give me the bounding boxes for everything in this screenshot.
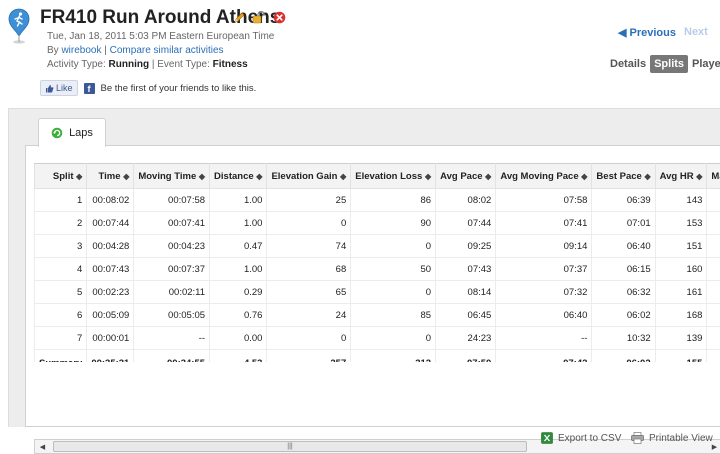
sort-icon: ◆	[76, 172, 82, 181]
activity-byline: By wirebook | Compare similar activities	[47, 45, 224, 56]
sort-icon: ◆	[644, 172, 650, 181]
table-row: 400:07:4300:07:371.00685007:4307:3706:15…	[35, 258, 720, 281]
facebook-like-row: Like f Be the first of your friends to l…	[40, 80, 256, 96]
printer-icon	[631, 432, 644, 444]
sort-icon: ◆	[340, 172, 346, 181]
col-moving-time-header[interactable]: Moving Time ◆	[134, 164, 210, 189]
summary-row: Summary00:35:3100:34:554.5325731207:5007…	[35, 350, 720, 363]
lock-icon[interactable]	[252, 10, 266, 24]
previous-button[interactable]: ◀ Previous	[618, 26, 676, 39]
col-time-header[interactable]: Time ◆	[87, 164, 134, 189]
sort-icon: ◆	[256, 172, 262, 181]
sort-icon: ◆	[485, 172, 491, 181]
activity-type: Running	[109, 59, 150, 70]
tab-details[interactable]: Details	[606, 55, 650, 73]
col-avg-pace-header[interactable]: Avg Pace ◆	[436, 164, 496, 189]
laps-refresh-icon	[51, 127, 63, 139]
view-tabs: Details Splits Player	[606, 55, 720, 73]
laps-content: Split ◆ Time ◆ Moving Time ◆ Distance ◆ …	[25, 145, 720, 427]
col-distance-header[interactable]: Distance ◆	[210, 164, 267, 189]
tab-player[interactable]: Player	[688, 55, 720, 73]
author-link[interactable]: wirebook	[61, 45, 101, 56]
splits-panel: Laps Split ◆ Time ◆ Moving Time ◆ Distan…	[8, 108, 720, 427]
thumbs-up-icon	[45, 84, 54, 93]
title-actions	[232, 10, 286, 24]
sort-icon: ◆	[425, 172, 431, 181]
edit-pencil-icon[interactable]	[232, 10, 246, 24]
scrollbar-thumb[interactable]: |||	[53, 441, 527, 452]
like-text: Be the first of your friends to like thi…	[101, 83, 257, 94]
table-header-row: Split ◆ Time ◆ Moving Time ◆ Distance ◆ …	[35, 164, 720, 189]
table-row: 700:00:01--0.000024:23--10:3213913	[35, 327, 720, 350]
activity-type-line: Activity Type: Running | Event Type: Fit…	[47, 59, 248, 70]
sort-icon: ◆	[123, 172, 129, 181]
table-row: 500:02:2300:02:110.2965008:1407:3206:321…	[35, 281, 720, 304]
activity-pin-icon	[8, 8, 30, 48]
sort-icon: ◆	[581, 172, 587, 181]
tab-splits[interactable]: Splits	[650, 55, 688, 73]
col-split-header[interactable]: Split ◆	[35, 164, 87, 189]
event-type: Fitness	[213, 59, 248, 70]
sort-icon: ◆	[696, 172, 702, 181]
col-elevation-loss-header[interactable]: Elevation Loss ◆	[351, 164, 436, 189]
delete-icon[interactable]	[272, 10, 286, 24]
col-elevation-gain-header[interactable]: Elevation Gain ◆	[267, 164, 351, 189]
sort-icon: ◆	[199, 172, 205, 181]
compare-link[interactable]: Compare similar activities	[110, 45, 224, 56]
col-max-hr-header[interactable]: Max HR ◆	[707, 164, 720, 189]
scroll-left-button[interactable]: ◀	[35, 440, 50, 453]
table-row: 100:08:0200:07:581.00258608:0207:5806:39…	[35, 189, 720, 212]
col-avg-hr-header[interactable]: Avg HR ◆	[655, 164, 707, 189]
facebook-icon: f	[84, 83, 95, 94]
like-button[interactable]: Like	[40, 80, 78, 96]
laps-table: Split ◆ Time ◆ Moving Time ◆ Distance ◆ …	[34, 163, 720, 362]
activity-datetime: Tue, Jan 18, 2011 5:03 PM Eastern Europe…	[47, 31, 274, 42]
laps-table-viewport: Split ◆ Time ◆ Moving Time ◆ Distance ◆ …	[34, 163, 720, 362]
tab-laps[interactable]: Laps	[38, 118, 106, 147]
printable-view-link[interactable]: Printable View	[631, 432, 713, 444]
col-avg-moving-pace-header[interactable]: Avg Moving Pace ◆	[496, 164, 592, 189]
col-best-pace-header[interactable]: Best Pace ◆	[592, 164, 655, 189]
table-row: 600:05:0900:05:050.76248506:4506:4006:02…	[35, 304, 720, 327]
chevron-left-icon: ◀	[618, 27, 630, 39]
export-csv-link[interactable]: Export to CSV	[541, 432, 621, 444]
table-row: 300:04:2800:04:230.4774009:2509:1406:401…	[35, 235, 720, 258]
next-button[interactable]: Next	[684, 26, 708, 38]
table-row: 200:07:4400:07:411.0009007:4407:4107:011…	[35, 212, 720, 235]
excel-csv-icon	[541, 432, 553, 444]
